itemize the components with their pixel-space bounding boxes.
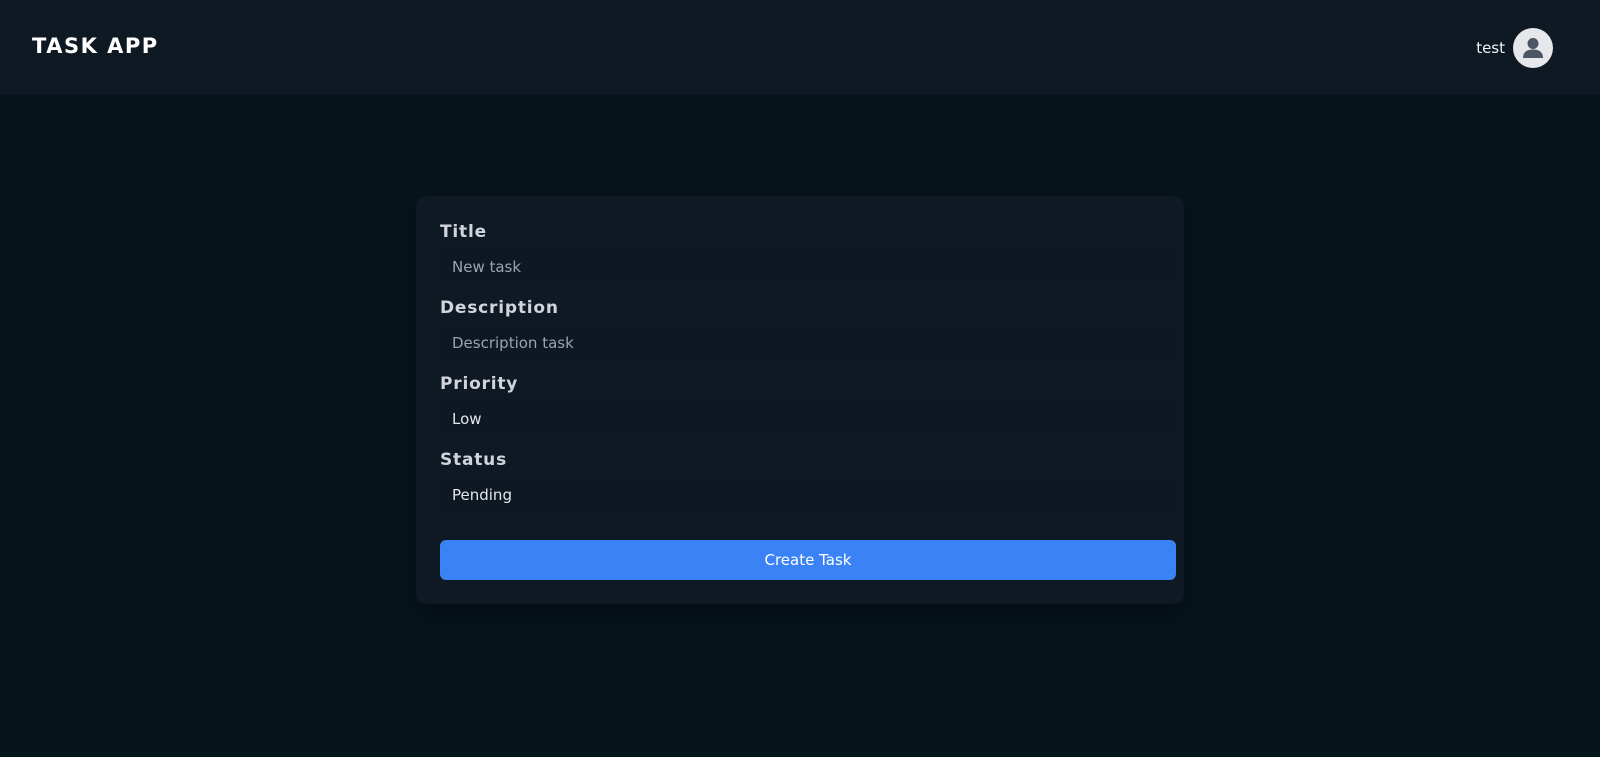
priority-select[interactable]: Low: [440, 402, 1176, 436]
create-task-button[interactable]: Create Task: [440, 540, 1176, 580]
user-menu[interactable]: test: [1476, 28, 1553, 68]
priority-label: Priority: [440, 374, 519, 394]
user-avatar-icon[interactable]: [1513, 28, 1553, 68]
description-label: Description: [440, 298, 559, 318]
status-label: Status: [440, 450, 507, 470]
app-title: TASK APP: [32, 34, 159, 58]
top-navigation-bar: TASK APP test: [0, 0, 1600, 95]
status-select[interactable]: Pending: [440, 478, 1176, 512]
title-label: Title: [440, 222, 487, 242]
title-input[interactable]: New task: [440, 250, 1176, 284]
description-input[interactable]: Description task: [440, 326, 1176, 360]
username: test: [1476, 39, 1505, 57]
create-task-form: Title New task Description Description t…: [416, 196, 1184, 604]
person-icon: [1523, 38, 1543, 58]
